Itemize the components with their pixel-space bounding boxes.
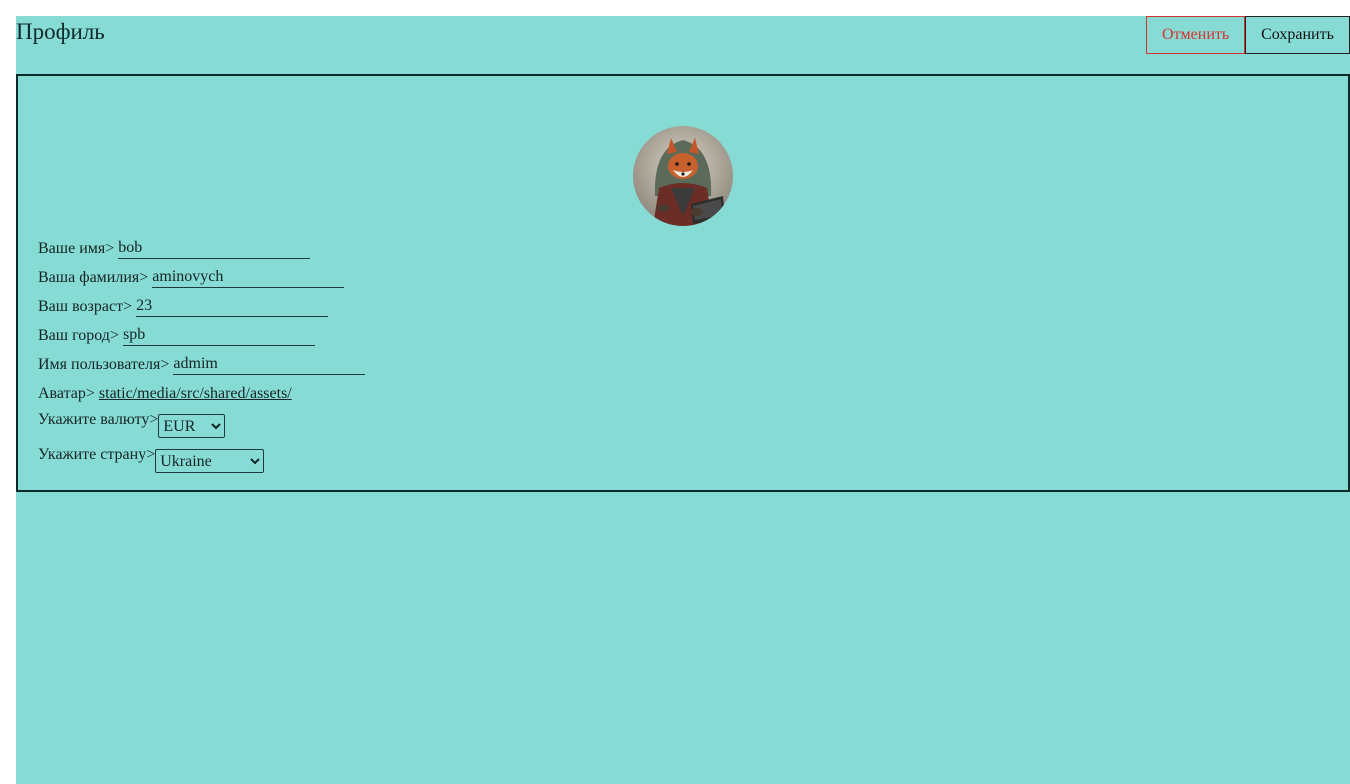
currency-select[interactable]: EUR — [158, 414, 226, 438]
first-name-label: Ваше имя> — [38, 239, 115, 257]
city-row: Ваш город> — [38, 321, 365, 350]
first-name-input[interactable] — [118, 238, 311, 259]
username-input[interactable] — [173, 354, 366, 375]
page-header: Профиль Отменить Сохранить — [16, 16, 1350, 74]
age-label: Ваш возраст> — [38, 297, 133, 315]
fox-hacker-avatar-icon — [633, 126, 733, 226]
profile-page: Профиль Отменить Сохранить Ваше имя> bob… — [16, 16, 1350, 784]
username-label: Имя пользователя> — [38, 355, 170, 373]
header-actions: Отменить Сохранить — [1146, 16, 1350, 54]
first-name-row: Ваше имя> — [38, 234, 365, 263]
avatar-path-link[interactable]: static/media/src/shared/assets/ — [99, 385, 292, 403]
age-input[interactable] — [136, 296, 329, 317]
country-select[interactable]: Ukraine — [155, 449, 265, 473]
city-input[interactable] — [122, 325, 315, 346]
currency-row: Укажите валюту> EUR — [38, 408, 365, 443]
username-row: Имя пользователя> — [38, 350, 366, 379]
age-row: Ваш возраст> — [38, 292, 365, 321]
last-name-row: Ваша фамилия> — [38, 263, 365, 292]
avatar-row: Аватар> static/media/src/shared/assets/ — [38, 379, 365, 408]
avatar-label: Аватар> — [38, 384, 95, 402]
last-name-input[interactable] — [152, 267, 345, 288]
city-label: Ваш город> — [38, 326, 119, 344]
cancel-button[interactable]: Отменить — [1146, 16, 1245, 54]
save-button[interactable]: Сохранить — [1245, 16, 1350, 54]
last-name-label: Ваша фамилия> — [38, 268, 149, 286]
page-title: Профиль — [16, 19, 105, 44]
profile-card: Ваше имя> Ваша фамилия> Ваш возраст> Ваш… — [16, 74, 1350, 492]
country-label: Укажите страну> — [38, 446, 156, 463]
country-row: Укажите страну> Ukraine — [38, 443, 365, 478]
currency-label: Укажите валюту> — [38, 411, 159, 428]
profile-fields: Ваше имя> Ваша фамилия> Ваш возраст> Ваш… — [38, 234, 366, 478]
